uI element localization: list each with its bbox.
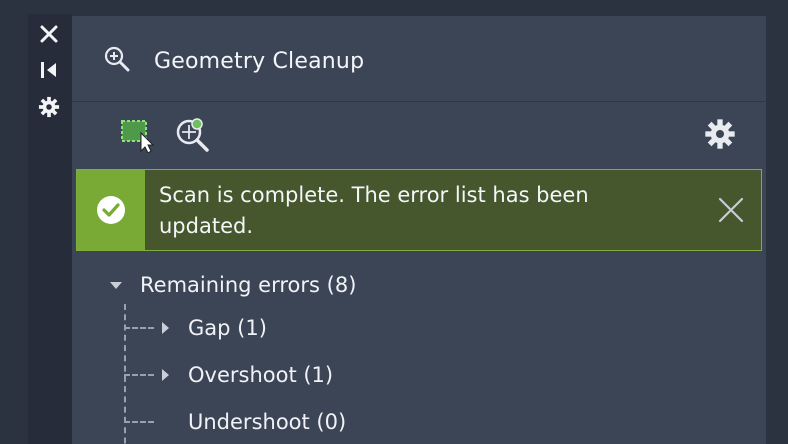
zoom-to-error-icon	[176, 118, 209, 152]
gear-icon	[705, 119, 735, 149]
panel-settings-button[interactable]	[37, 95, 61, 119]
zoom-in-icon	[104, 46, 130, 72]
error-category-gap[interactable]: Gap (1)	[124, 313, 267, 343]
panel-title: Geometry Cleanup	[154, 49, 365, 74]
check-circle-icon	[97, 196, 125, 224]
dock-icon	[41, 62, 56, 78]
dock-panel-button[interactable]	[37, 58, 61, 82]
caret-right-icon	[162, 369, 169, 381]
close-icon	[40, 25, 58, 43]
error-category-overshoot[interactable]: Overshoot (1)	[124, 360, 333, 390]
alert-status-strip	[77, 170, 145, 250]
cleanup-settings-button[interactable]	[700, 114, 740, 154]
zoom-to-error-button[interactable]	[172, 114, 212, 154]
scan-complete-alert: Scan is complete. The error list has bee…	[76, 169, 762, 251]
caret-down-icon	[110, 281, 122, 289]
dismiss-alert-button[interactable]	[715, 194, 747, 226]
panel-header: Geometry Cleanup	[72, 16, 766, 102]
tree-branch-line	[124, 374, 154, 376]
close-icon	[718, 197, 744, 223]
remaining-errors-node[interactable]: Remaining errors (8)	[102, 270, 356, 300]
caret-right-icon	[162, 322, 169, 334]
select-objects-button[interactable]	[116, 114, 156, 154]
geometry-cleanup-panel: Geometry Cleanup Scan is complete. The e…	[72, 16, 766, 444]
tree-branch-line	[124, 327, 154, 329]
gear-icon	[38, 96, 60, 118]
remaining-errors-label: Remaining errors (8)	[140, 273, 357, 297]
select-objects-icon	[121, 120, 155, 153]
error-category-label: Overshoot (1)	[188, 363, 334, 387]
error-category-undershoot[interactable]: Undershoot (0)	[124, 407, 346, 437]
alert-message: Scan is complete. The error list has bee…	[159, 183, 589, 238]
tree-branch-line	[124, 421, 154, 423]
close-panel-button[interactable]	[37, 22, 61, 46]
error-category-label: Undershoot (0)	[188, 410, 347, 434]
error-category-label: Gap (1)	[188, 316, 267, 340]
